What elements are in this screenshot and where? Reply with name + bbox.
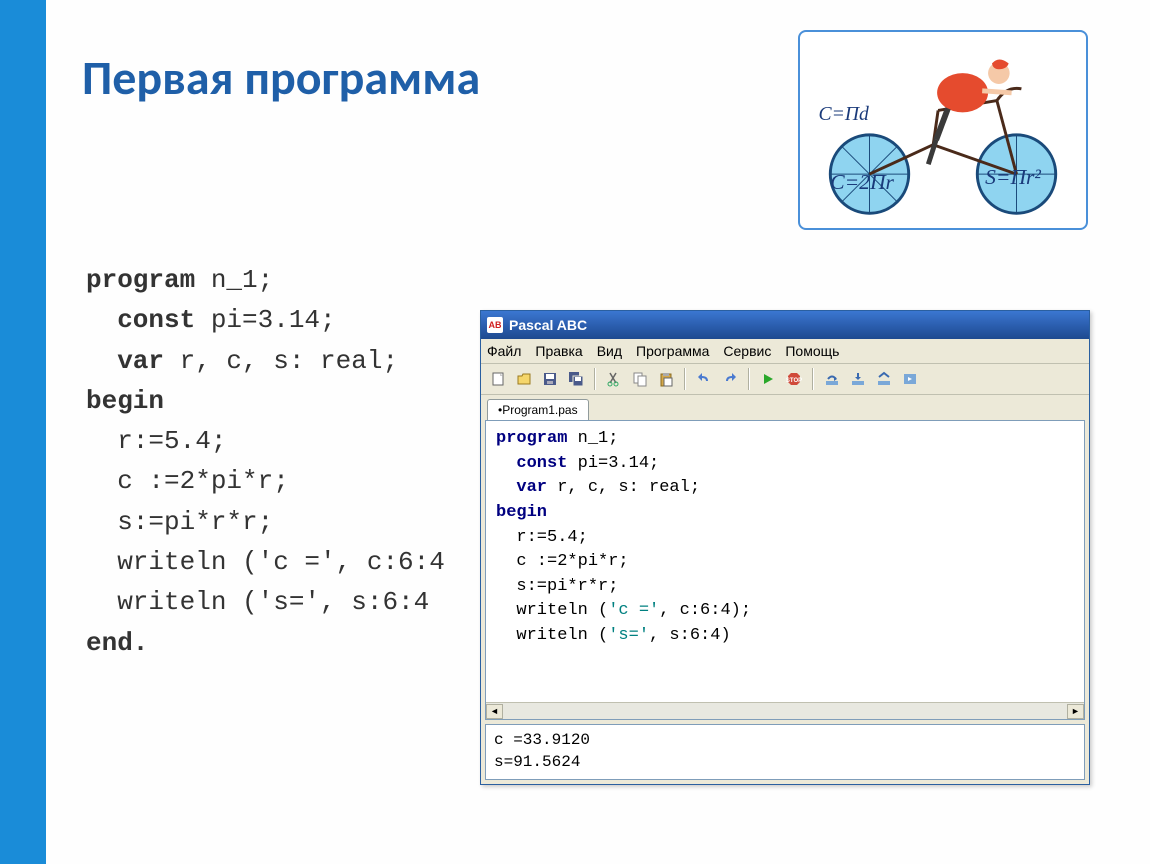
menu-service[interactable]: Сервис bbox=[723, 343, 771, 359]
slide-accent-stripe bbox=[0, 0, 46, 864]
menubar: Файл Правка Вид Программа Сервис Помощь bbox=[481, 339, 1089, 364]
slide-title: Первая программа bbox=[82, 48, 480, 107]
menu-view[interactable]: Вид bbox=[597, 343, 622, 359]
redo-icon[interactable] bbox=[719, 368, 741, 390]
scroll-left-icon[interactable]: ◄ bbox=[486, 704, 503, 719]
formula-illustration: C=Пd C=2Пr S=Пr² bbox=[798, 30, 1088, 230]
pascal-abc-window: AB Pascal ABC Файл Правка Вид Программа … bbox=[480, 310, 1090, 785]
formula-c-2pr: C=2Пr bbox=[830, 170, 894, 194]
goto-cursor-icon[interactable] bbox=[899, 368, 921, 390]
slide-code-block: program n_1; const pi=3.14; var r, c, s:… bbox=[86, 260, 445, 663]
save-icon[interactable] bbox=[539, 368, 561, 390]
save-all-icon[interactable] bbox=[565, 368, 587, 390]
formula-s-pr2: S=Пr² bbox=[985, 165, 1041, 189]
formula-c-pd: C=Пd bbox=[819, 104, 869, 125]
scroll-right-icon[interactable]: ► bbox=[1067, 704, 1084, 719]
code-editor[interactable]: program n_1; const pi=3.14; var r, c, s:… bbox=[485, 420, 1085, 720]
open-file-icon[interactable] bbox=[513, 368, 535, 390]
menu-edit[interactable]: Правка bbox=[535, 343, 582, 359]
toolbar: STOP bbox=[481, 364, 1089, 395]
app-icon: AB bbox=[487, 317, 503, 333]
run-icon[interactable] bbox=[757, 368, 779, 390]
window-title: Pascal ABC bbox=[509, 317, 587, 333]
output-line: c =33.9120 bbox=[494, 729, 1076, 751]
cut-icon[interactable] bbox=[603, 368, 625, 390]
step-out-icon[interactable] bbox=[873, 368, 895, 390]
stop-icon[interactable]: STOP bbox=[783, 368, 805, 390]
undo-icon[interactable] bbox=[693, 368, 715, 390]
step-over-icon[interactable] bbox=[821, 368, 843, 390]
tabbar: •Program1.pas bbox=[481, 395, 1089, 420]
output-panel: c =33.9120 s=91.5624 bbox=[485, 724, 1085, 780]
menu-help[interactable]: Помощь bbox=[785, 343, 839, 359]
paste-icon[interactable] bbox=[655, 368, 677, 390]
step-into-icon[interactable] bbox=[847, 368, 869, 390]
file-tab[interactable]: •Program1.pas bbox=[487, 399, 589, 420]
menu-file[interactable]: Файл bbox=[487, 343, 521, 359]
horizontal-scrollbar[interactable]: ◄ ► bbox=[486, 702, 1084, 719]
menu-program[interactable]: Программа bbox=[636, 343, 709, 359]
window-titlebar[interactable]: AB Pascal ABC bbox=[481, 311, 1089, 339]
copy-icon[interactable] bbox=[629, 368, 651, 390]
new-file-icon[interactable] bbox=[487, 368, 509, 390]
svg-text:STOP: STOP bbox=[786, 378, 802, 384]
output-line: s=91.5624 bbox=[494, 751, 1076, 773]
